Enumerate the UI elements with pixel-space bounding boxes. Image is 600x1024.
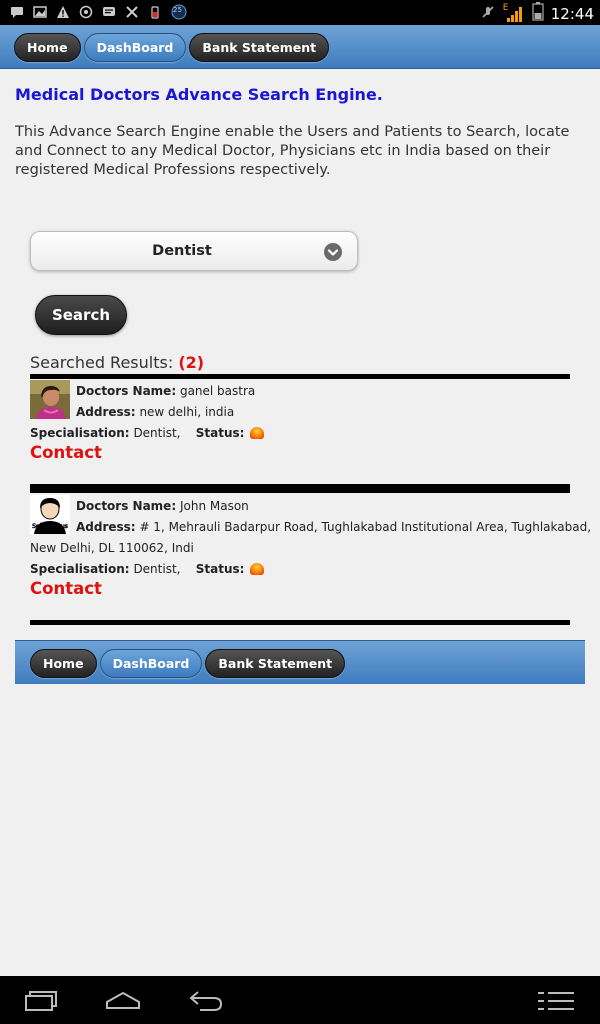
- message-icon: [10, 4, 24, 18]
- footer-bank-statement-button[interactable]: Bank Statement: [205, 649, 346, 678]
- chat-icon: [102, 4, 116, 18]
- back-icon[interactable]: [188, 988, 224, 1016]
- bank-statement-button[interactable]: Bank Statement: [189, 33, 330, 62]
- doctor-photo: [30, 380, 70, 419]
- doctor-specialisation-line: Specialisation: Dentist, Status:: [30, 426, 265, 440]
- home-button[interactable]: Home: [14, 33, 81, 62]
- doctor-address: # 1, Mehrauli Badarpur Road, Tughlakabad…: [139, 520, 592, 534]
- signal-type-label: E: [502, 2, 509, 13]
- whatsapp-icon: [79, 4, 93, 19]
- app-25-icon: 25: [171, 4, 187, 20]
- status-label: Status:: [195, 562, 245, 576]
- notification-icons: 25: [10, 4, 187, 20]
- result-divider: [30, 484, 570, 493]
- system-nav-bar: [0, 976, 600, 1024]
- specialisation-label: Specialisation:: [30, 426, 130, 440]
- doctor-name: ganel bastra: [179, 384, 256, 398]
- results-heading: Searched Results: (2): [30, 353, 204, 372]
- system-status: E 12:44: [480, 2, 594, 25]
- tools-icon: [125, 4, 139, 18]
- doctor-name-line: Doctors Name: ganel bastra: [76, 384, 255, 398]
- specialisation-value: Dentist,: [133, 426, 181, 440]
- dashboard-button[interactable]: DashBoard: [83, 33, 187, 62]
- battery-app-icon: [148, 4, 162, 19]
- page-description: This Advance Search Engine enable the Us…: [15, 124, 570, 178]
- recent-apps-icon[interactable]: [24, 990, 58, 1016]
- doctor-photo: Sell Famous: [30, 495, 70, 534]
- doctor-specialisation-line: Specialisation: Dentist, Status:: [30, 562, 265, 576]
- app-badge-text: 25: [173, 6, 182, 14]
- doctor-name: John Mason: [179, 499, 249, 513]
- doctor-address-label: Address:: [76, 405, 136, 419]
- battery-icon: [532, 2, 544, 25]
- doctor-name-line: Doctors Name: John Mason: [76, 499, 249, 513]
- specialisation-label: Specialisation:: [30, 562, 130, 576]
- status-indicator-icon: [250, 427, 265, 439]
- doctor-address: new delhi, india: [139, 405, 235, 419]
- signal-icon: E: [502, 2, 525, 23]
- page-title: Medical Doctors Advance Search Engine.: [15, 85, 383, 104]
- results-divider: [30, 374, 570, 379]
- contact-link[interactable]: Contact: [30, 443, 102, 462]
- menu-icon[interactable]: [538, 990, 574, 1016]
- chevron-down-icon: [324, 243, 342, 261]
- home-icon[interactable]: [105, 990, 141, 1014]
- status-bar: 25 E 12:44: [0, 0, 600, 25]
- gallery-icon: [33, 4, 47, 18]
- mute-icon: [480, 4, 496, 24]
- footer-nav: Home DashBoard Bank Statement: [15, 640, 585, 684]
- status-label: Status:: [195, 426, 245, 440]
- doctor-address-line: Address: new delhi, india: [76, 405, 234, 419]
- doctor-name-label: Doctors Name:: [76, 499, 177, 513]
- doctor-address-continued: New Delhi, DL 110062, Indi: [30, 541, 194, 555]
- header-nav: Home DashBoard Bank Statement: [0, 25, 600, 69]
- specialisation-value: Dentist,: [133, 562, 181, 576]
- specialisation-select[interactable]: Dentist: [30, 231, 358, 271]
- results-count: (2): [178, 353, 205, 372]
- results-label: Searched Results:: [30, 353, 179, 372]
- search-button[interactable]: Search: [35, 295, 127, 335]
- svg-text:Sell Famous: Sell Famous: [32, 523, 68, 530]
- selected-specialisation: Dentist: [152, 243, 212, 259]
- doctor-name-label: Doctors Name:: [76, 384, 177, 398]
- clock: 12:44: [550, 4, 594, 23]
- status-indicator-icon: [250, 563, 265, 575]
- warning-icon: [56, 4, 70, 18]
- footer-dashboard-button[interactable]: DashBoard: [99, 649, 203, 678]
- doctor-address-label: Address:: [76, 520, 136, 534]
- doctor-address-line: Address: # 1, Mehrauli Badarpur Road, Tu…: [76, 520, 591, 534]
- footer-home-button[interactable]: Home: [30, 649, 97, 678]
- contact-link[interactable]: Contact: [30, 579, 102, 598]
- result-divider: [30, 620, 570, 625]
